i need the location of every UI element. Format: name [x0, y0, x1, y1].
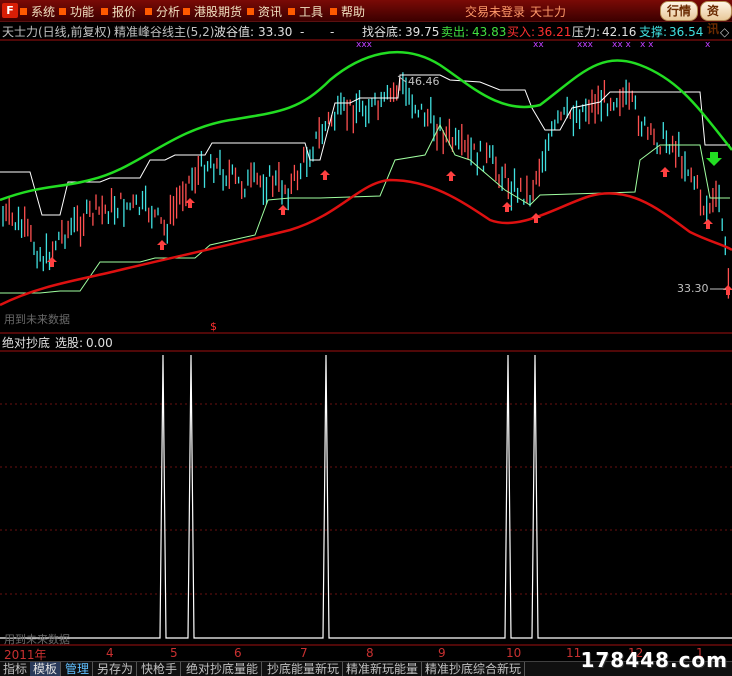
tab-quick-gun[interactable]: 快枪手	[138, 662, 182, 676]
sub-future-data-warning: 用到未来数据	[4, 633, 70, 646]
month-label: 7	[300, 646, 308, 660]
site-watermark: 178448.com	[580, 648, 728, 672]
tab-bottom-volume[interactable]: 绝对抄底量能	[183, 662, 263, 676]
month-label: 9	[438, 646, 446, 660]
month-label: 5	[170, 646, 178, 660]
tab-save-as[interactable]: 另存为	[94, 662, 138, 676]
signal-marker: xxx	[356, 40, 373, 50]
signal-marker: xxx	[577, 40, 594, 50]
bottom-signal-line	[0, 354, 732, 639]
tab-bottom-energy-new[interactable]: 抄底能量新玩	[264, 662, 344, 676]
buy-arrow-icon	[320, 170, 330, 180]
month-label: 6	[234, 646, 242, 660]
buy-arrow-icon	[47, 257, 57, 267]
buy-arrow-icon	[502, 202, 512, 212]
low-price-mark: 33.30	[677, 282, 709, 295]
future-data-warning: 用到未来数据	[4, 313, 70, 326]
buy-arrow-icon	[531, 213, 541, 223]
sell-arrow-icon	[706, 152, 722, 166]
kline-chart-area[interactable]: xxx xx xxx xx x x x x 46.46 33.30 $	[0, 0, 732, 646]
tab-manage[interactable]: 管理	[62, 662, 94, 676]
buy-arrow-icon	[446, 171, 456, 181]
high-price-mark: 46.46	[408, 75, 440, 88]
tab-precise-composite[interactable]: 精准抄底综合新玩	[422, 662, 526, 676]
buy-arrow-icon	[278, 205, 288, 215]
step-support-line	[0, 123, 730, 294]
buy-arrow-icon	[703, 219, 713, 229]
buy-arrow-icon	[157, 240, 167, 250]
signal-marker: x x	[640, 40, 654, 50]
red-support-curve	[0, 178, 732, 307]
tab-precise-energy[interactable]: 精准新玩能量	[343, 662, 423, 676]
signal-marker: xx x	[612, 40, 632, 50]
buy-arrow-icon	[660, 167, 670, 177]
signal-marker: xx	[533, 40, 544, 50]
tab-indicator[interactable]: 指标	[0, 662, 32, 676]
signal-marker: x	[705, 40, 711, 50]
month-label: 8	[366, 646, 374, 660]
month-label: 4	[106, 646, 114, 660]
month-label: 10	[506, 646, 522, 660]
dollar-mark: $	[210, 320, 217, 333]
month-label: 11	[566, 646, 582, 660]
tab-template[interactable]: 模板	[30, 662, 62, 676]
buy-arrow-icon	[723, 285, 732, 295]
